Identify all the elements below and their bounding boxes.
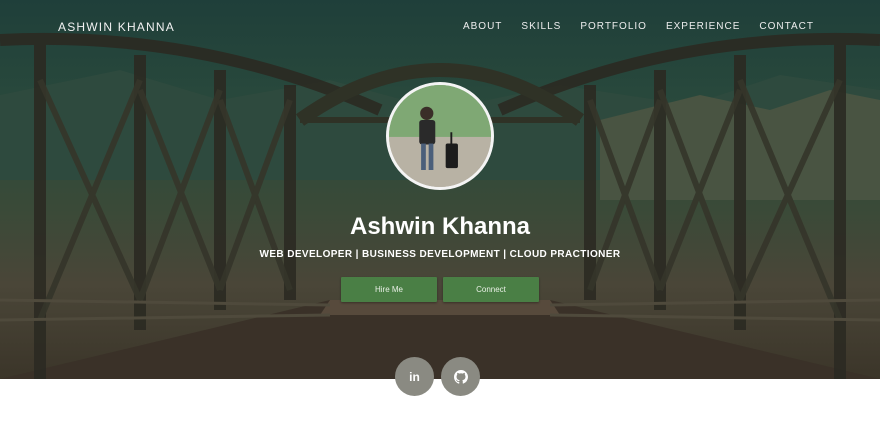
main-nav: ABOUT SKILLS PORTFOLIO EXPERIENCE CONTAC… bbox=[444, 21, 814, 32]
linkedin-icon: in bbox=[409, 369, 420, 384]
hero-subtitle: WEB DEVELOPER | BUSINESS DEVELOPMENT | C… bbox=[259, 249, 621, 260]
connect-button[interactable]: Connect bbox=[443, 277, 539, 302]
nav-link-skills[interactable]: SKILLS bbox=[521, 21, 561, 32]
hire-me-button[interactable]: Hire Me bbox=[341, 277, 437, 302]
github-icon bbox=[453, 369, 468, 384]
nav-brand[interactable]: ASHWIN KHANNA bbox=[58, 20, 175, 34]
hero-name: Ashwin Khanna bbox=[349, 213, 530, 240]
nav-link-contact[interactable]: CONTACT bbox=[759, 21, 814, 32]
profile-avatar bbox=[386, 82, 494, 190]
nav-link-portfolio[interactable]: PORTFOLIO bbox=[580, 21, 647, 32]
nav-link-about[interactable]: ABOUT bbox=[463, 21, 502, 32]
nav-link-experience[interactable]: EXPERIENCE bbox=[666, 21, 740, 32]
linkedin-button[interactable]: in bbox=[395, 357, 434, 396]
github-button[interactable] bbox=[441, 357, 480, 396]
hero-section: ASHWIN KHANNA ABOUT SKILLS PORTFOLIO EXP… bbox=[0, 0, 880, 379]
profile-photo bbox=[389, 85, 491, 187]
